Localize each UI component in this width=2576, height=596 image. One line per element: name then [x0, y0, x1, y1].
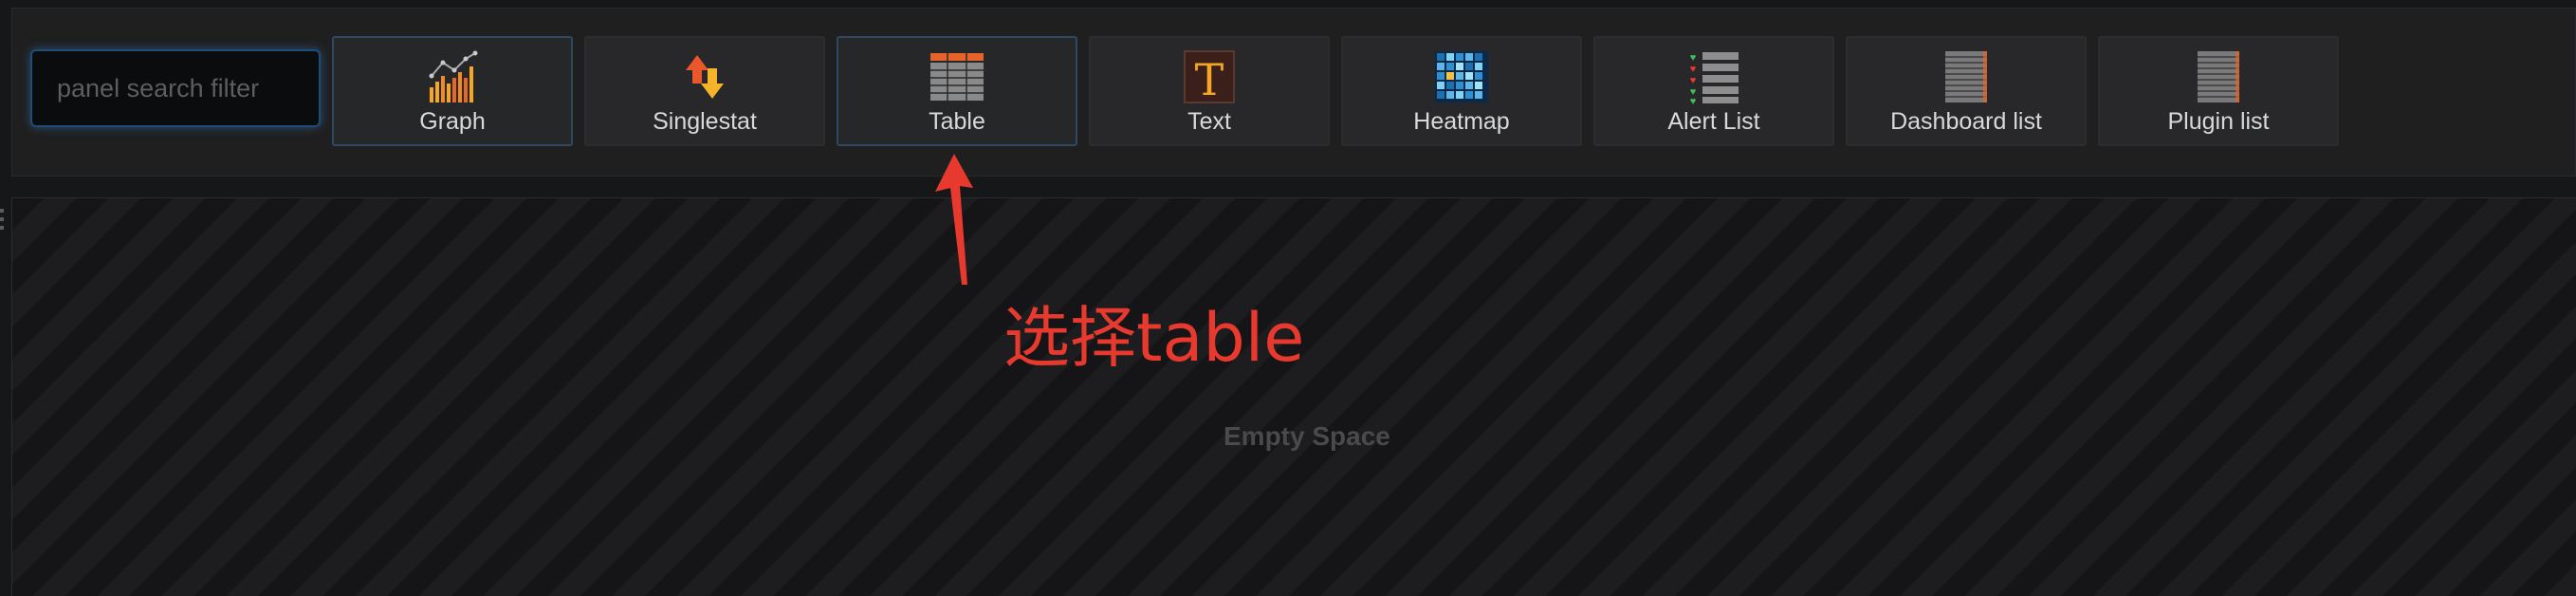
panel-editor: Graph Singlestat — [0, 0, 2576, 596]
svg-text:♥: ♥ — [1690, 75, 1697, 86]
panel-card-dashboard-list[interactable]: Dashboard list — [1846, 36, 2087, 146]
panel-card-label: Plugin list — [2167, 108, 2270, 135]
svg-text:T: T — [1195, 54, 1224, 104]
panel-card-singlestat[interactable]: Singlestat — [584, 36, 825, 146]
panel-card-label: Dashboard list — [1890, 108, 2042, 135]
panel-card-label: Graph — [419, 108, 486, 135]
panel-search-input[interactable] — [30, 49, 321, 127]
drag-handle-icon[interactable] — [0, 209, 6, 233]
panel-card-plugin-list[interactable]: Plugin list — [2098, 36, 2339, 146]
text-icon: T — [1181, 49, 1238, 104]
panel-card-text[interactable]: T Text — [1089, 36, 1330, 146]
panel-card-heatmap[interactable]: Heatmap — [1341, 36, 1582, 146]
empty-space-placeholder[interactable] — [11, 197, 2576, 596]
panel-card-label: Heatmap — [1413, 108, 1510, 135]
alert-list-icon: ♥ ♥ ♥ ♥ ♥ — [1685, 49, 1742, 104]
annotation-text: 选择table — [1003, 299, 1305, 377]
panel-card-table[interactable]: Table — [837, 36, 1077, 146]
table-icon — [929, 49, 985, 104]
singlestat-icon — [676, 49, 733, 104]
panel-card-label: Alert List — [1667, 108, 1760, 135]
plugin-list-icon — [2190, 49, 2247, 104]
panel-card-label: Singlestat — [653, 108, 757, 135]
empty-space-label: Empty Space — [1224, 421, 1390, 451]
svg-text:♥: ♥ — [1690, 96, 1697, 104]
panel-card-graph[interactable]: Graph — [332, 36, 573, 146]
dashboard-list-icon — [1938, 49, 1995, 104]
svg-text:♥: ♥ — [1690, 52, 1697, 64]
graph-icon — [424, 49, 481, 104]
svg-text:♥: ♥ — [1690, 64, 1697, 75]
heatmap-icon — [1433, 49, 1490, 104]
panel-card-label: Table — [929, 108, 985, 135]
annotation-arrow-icon — [935, 154, 973, 285]
panel-card-label: Text — [1187, 108, 1231, 135]
panel-card-alert-list[interactable]: ♥ ♥ ♥ ♥ ♥ Alert List — [1593, 36, 1834, 146]
